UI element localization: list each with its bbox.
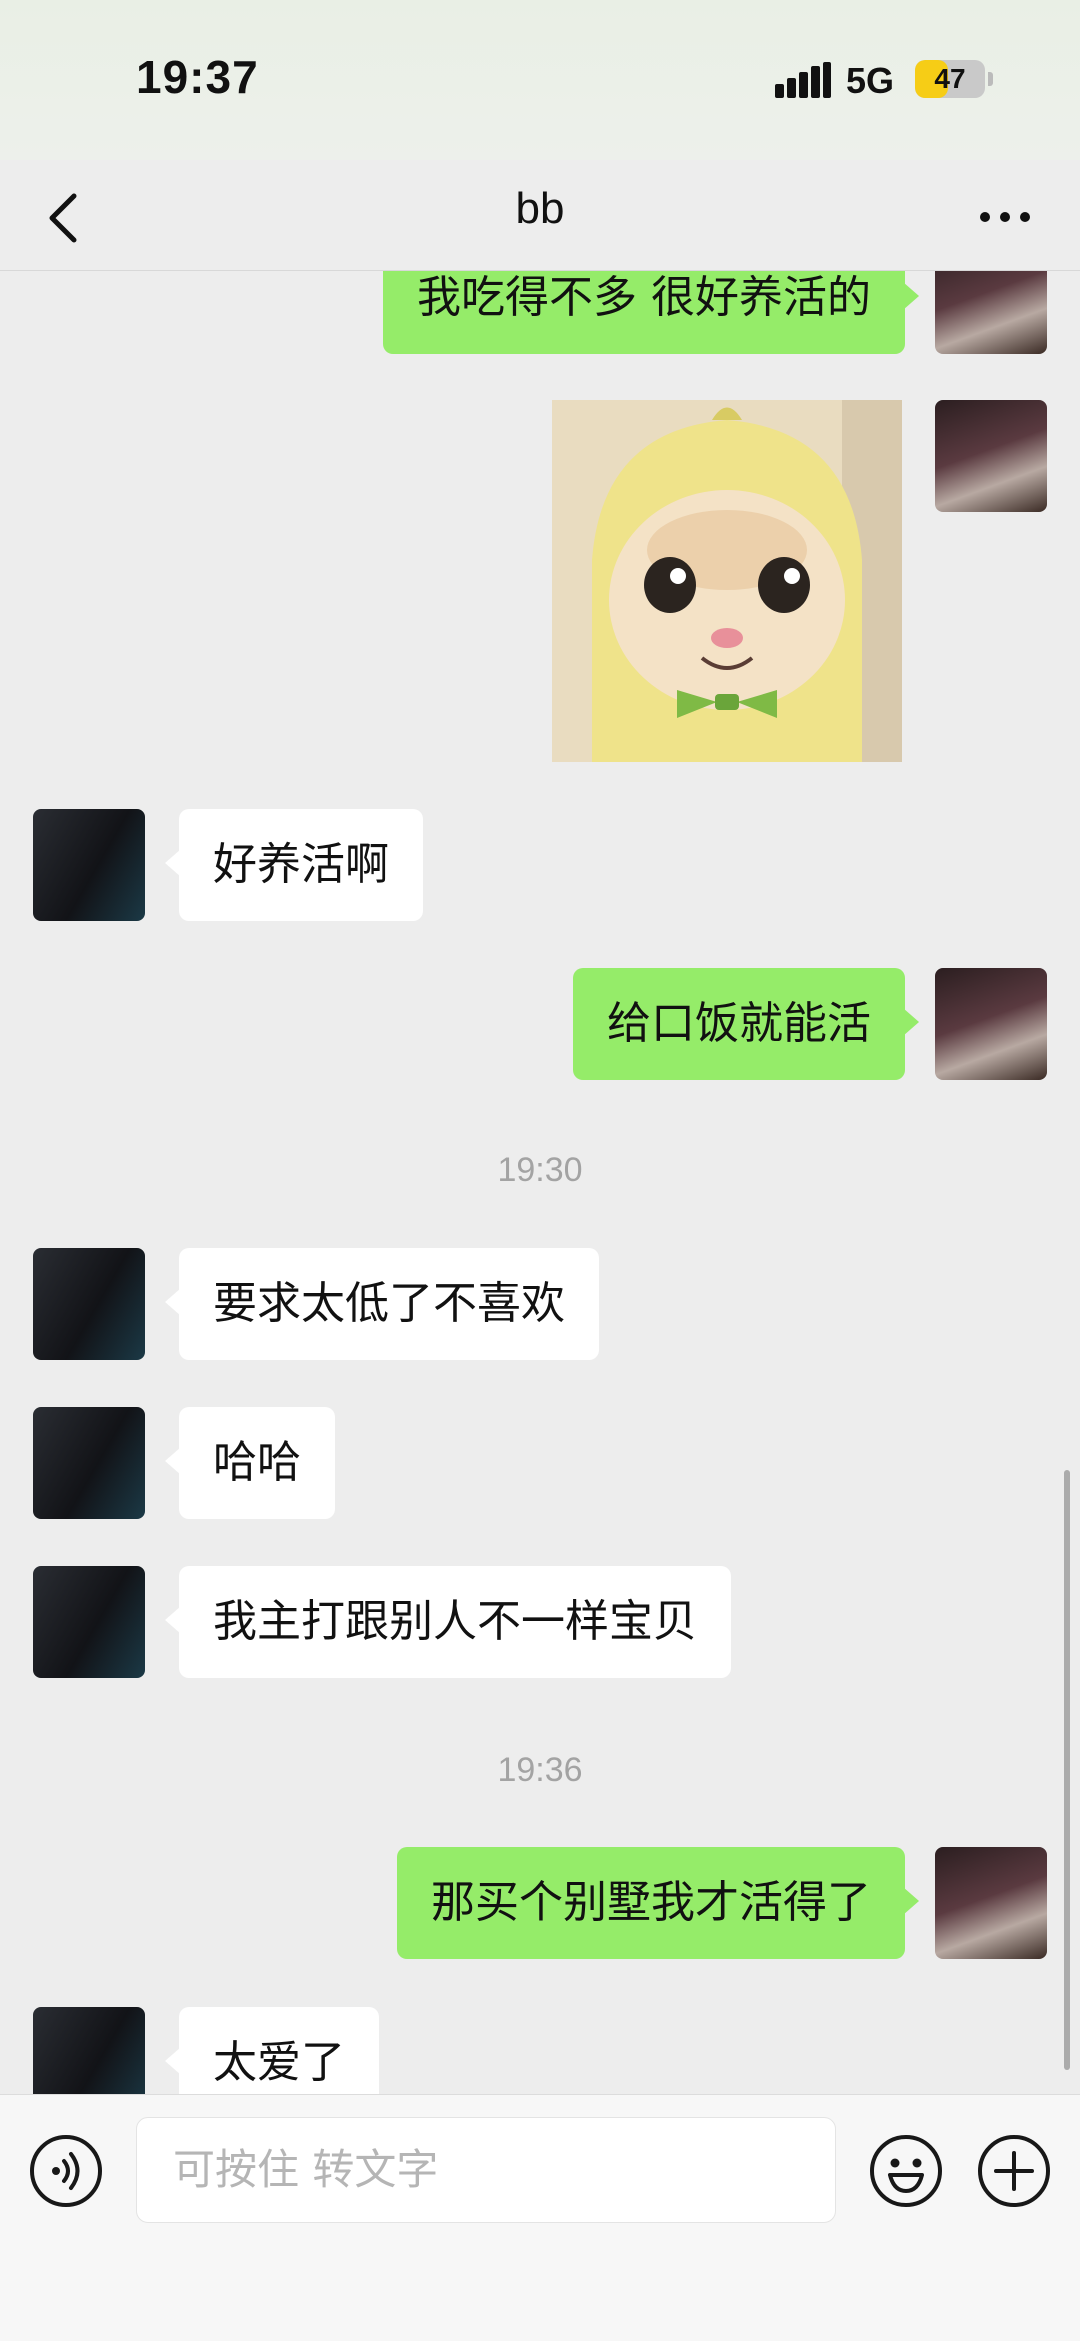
contact-avatar[interactable] <box>33 2007 145 2094</box>
self-avatar[interactable] <box>935 271 1047 354</box>
message-bubble[interactable]: 我吃得不多 很好养活的 <box>383 271 919 354</box>
contact-avatar[interactable] <box>33 1407 145 1519</box>
scrollbar[interactable] <box>1064 1470 1070 2070</box>
cat-sticker-image[interactable] <box>552 400 902 762</box>
cat-sticker-icon <box>552 400 902 762</box>
message-list[interactable]: 我吃得不多 很好养活的 好养活啊 给口饭就能活 19:30 要求太低了不喜欢 哈… <box>0 271 1080 2094</box>
chat-screen: 19:37 5G 47 bb 我吃得不多 很好养活的 好养活啊 给口饭就能活 1… <box>0 0 1080 2341</box>
emoji-button[interactable] <box>868 2133 944 2209</box>
message-bubble[interactable]: 哈哈 <box>165 1407 335 1519</box>
battery-icon: 47 <box>915 60 985 98</box>
plus-button[interactable] <box>976 2133 1052 2209</box>
message-input[interactable]: 可按住 转文字 <box>136 2117 836 2223</box>
contact-avatar[interactable] <box>33 1566 145 1678</box>
contact-avatar[interactable] <box>33 1248 145 1360</box>
emoji-icon <box>870 2135 942 2207</box>
battery-tip <box>988 72 993 86</box>
nav-bar: bb <box>0 160 1080 271</box>
battery-level: 47 <box>934 63 966 94</box>
self-avatar[interactable] <box>935 968 1047 1080</box>
more-dots-icon <box>980 212 1030 222</box>
status-time: 19:37 <box>136 51 259 103</box>
voice-button[interactable] <box>28 2133 104 2209</box>
time-divider: 19:30 <box>497 1151 583 1189</box>
plus-icon <box>978 2135 1050 2207</box>
message-bubble[interactable]: 给口饭就能活 <box>573 968 919 1080</box>
message-bubble[interactable]: 好养活啊 <box>165 809 423 921</box>
contact-avatar[interactable] <box>33 809 145 921</box>
self-avatar[interactable] <box>935 1847 1047 1959</box>
self-avatar[interactable] <box>935 400 1047 512</box>
more-button[interactable] <box>970 182 1040 248</box>
signal-icon <box>775 62 831 98</box>
voice-icon <box>30 2135 102 2207</box>
status-bar: 19:37 5G 47 <box>0 0 1080 160</box>
time-divider: 19:36 <box>497 1751 583 1789</box>
message-bubble[interactable]: 那买个别墅我才活得了 <box>397 1847 919 1959</box>
message-bubble[interactable]: 我主打跟别人不一样宝贝 <box>165 1566 731 1678</box>
message-bubble[interactable]: 要求太低了不喜欢 <box>165 1248 599 1360</box>
network-type: 5G <box>846 60 895 101</box>
message-bubble[interactable]: 太爱了 <box>165 2007 379 2094</box>
chat-title: bb <box>515 184 565 233</box>
input-bar: 可按住 转文字 <box>0 2094 1080 2341</box>
